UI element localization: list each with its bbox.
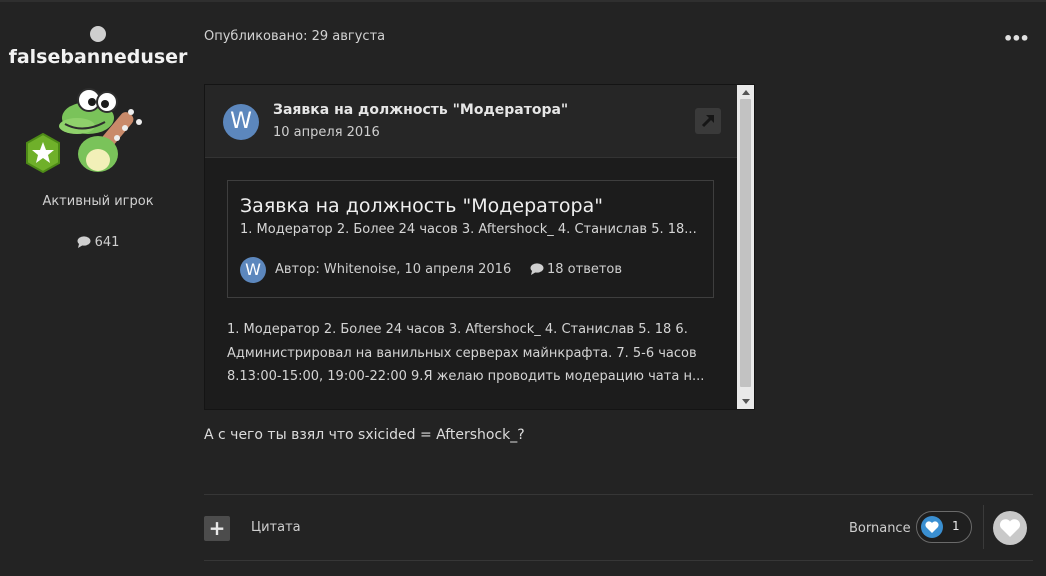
comment-icon: [77, 236, 91, 248]
embed-body-line: 8.13:00-15:00, 19:00-22:00 9.Я желаю про…: [227, 369, 705, 384]
post-date[interactable]: Опубликовано: 29 августа: [204, 29, 385, 44]
reaction-count: 1: [952, 519, 960, 533]
embed-date: 10 апреля 2016: [273, 125, 380, 140]
author-username[interactable]: falsebanneduser: [0, 46, 196, 68]
quoted-author: Автор: Whitenoise, 10 апреля 2016: [275, 262, 512, 277]
embedded-topic: W Заявка на должность "Модератора" 10 ап…: [204, 84, 755, 410]
embed-header: W Заявка на должность "Модератора" 10 ап…: [205, 85, 737, 158]
embed-body: 1. Модератор 2. Более 24 часов 3. Afters…: [227, 318, 713, 389]
reaction-summary[interactable]: 1: [916, 511, 972, 543]
embed-body-line: 1. Модератор 2. Более 24 часов 3. Afters…: [227, 322, 688, 337]
divider: [983, 505, 984, 549]
external-link-button[interactable]: [695, 108, 721, 134]
like-button[interactable]: [993, 511, 1027, 545]
divider: [204, 494, 1033, 495]
divider: [204, 560, 1033, 561]
scrollbar-thumb[interactable]: [740, 99, 751, 387]
quoted-replies: 18 ответов: [530, 262, 622, 277]
author-panel: falsebanneduser Активный игрок 641: [0, 24, 196, 250]
multiquote-button[interactable]: +: [204, 516, 230, 541]
quoted-author-avatar[interactable]: W: [240, 257, 266, 283]
comment-icon: [530, 263, 544, 275]
quoted-topic-title[interactable]: Заявка на должность "Модератора": [240, 195, 603, 217]
embed-scrollbar[interactable]: [737, 85, 754, 409]
post-content: А с чего ты взял что sxicided = Aftersho…: [204, 427, 525, 443]
external-link-icon: [701, 114, 715, 128]
post-menu-button[interactable]: •••: [1003, 29, 1030, 48]
online-status-icon: [90, 26, 106, 42]
embed-body-line: Администрировал на ванильных серверах ма…: [227, 345, 697, 361]
author-role: Активный игрок: [42, 194, 154, 209]
heart-icon: [921, 516, 943, 538]
post-count: 641: [0, 235, 196, 250]
post-count-value: 641: [94, 235, 120, 250]
top-border: [0, 0, 1046, 2]
quoted-replies-count: 18 ответов: [547, 262, 623, 277]
reactor-name[interactable]: Bornance: [849, 521, 911, 536]
embed-avatar[interactable]: W: [223, 104, 259, 140]
quote-button[interactable]: Цитата: [251, 520, 301, 535]
scroll-down-icon[interactable]: [742, 399, 750, 404]
embed-title[interactable]: Заявка на должность "Модератора": [273, 102, 568, 118]
author-avatar[interactable]: [26, 76, 153, 186]
like-icon: [999, 519, 1021, 537]
quoted-topic-card[interactable]: Заявка на должность "Модератора" 1. Моде…: [227, 180, 714, 298]
rank-star-icon: [26, 133, 60, 173]
quoted-topic-excerpt: 1. Модератор 2. Более 24 часов 3. Afters…: [240, 222, 697, 237]
scroll-up-icon[interactable]: [742, 90, 750, 95]
